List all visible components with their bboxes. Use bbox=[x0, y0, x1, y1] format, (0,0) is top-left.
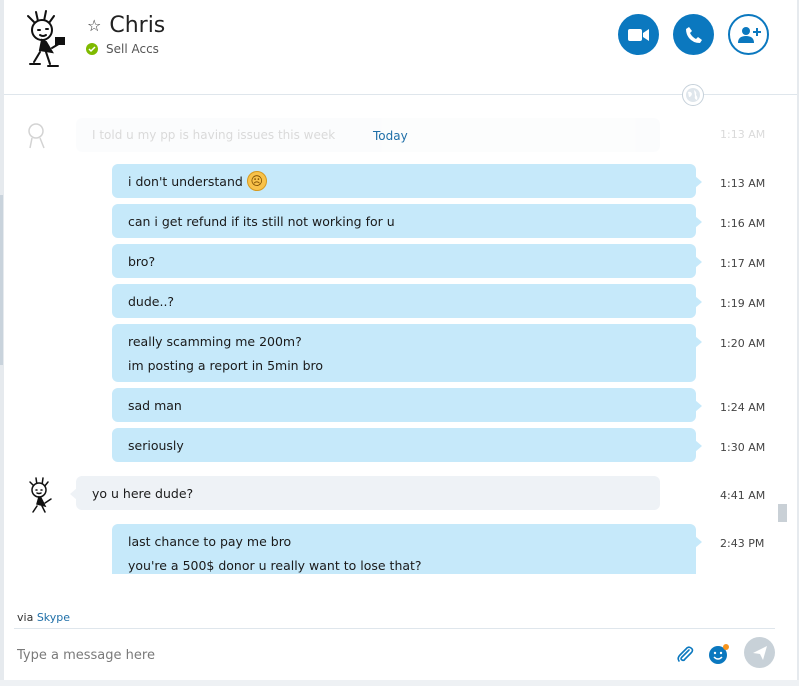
message-bubble-outgoing[interactable]: last chance to pay me bro you're a 500$ … bbox=[112, 524, 702, 574]
scrollbar-thumb[interactable] bbox=[778, 504, 787, 522]
message-bubble-outgoing[interactable]: bro? bbox=[112, 244, 702, 278]
date-separator: Today bbox=[373, 129, 408, 143]
message-text: seriously bbox=[128, 437, 184, 453]
message-scrollbar[interactable] bbox=[778, 100, 788, 574]
audio-call-button[interactable] bbox=[673, 14, 714, 55]
phone-icon bbox=[685, 26, 702, 43]
message-bubble-outgoing[interactable]: really scamming me 200m? im posting a re… bbox=[112, 324, 702, 382]
message-bubble-outgoing[interactable]: seriously bbox=[112, 428, 702, 462]
contact-avatar-small bbox=[28, 123, 45, 149]
faded-message-bubble: I told u my pp is having issues this wee… bbox=[76, 118, 660, 152]
contact-name[interactable]: Chris bbox=[109, 13, 165, 38]
send-icon bbox=[752, 645, 767, 660]
add-participant-button[interactable] bbox=[728, 14, 769, 55]
message-time: 2:43 PM bbox=[720, 537, 765, 550]
conversation-header: ☆ Chris Sell Accs bbox=[4, 0, 797, 94]
video-call-icon bbox=[627, 28, 649, 41]
online-status-icon bbox=[86, 43, 98, 55]
message-time: 4:41 AM bbox=[720, 489, 766, 502]
sad-face-emoji-icon: ☹ bbox=[246, 171, 267, 191]
via-prefix: via bbox=[17, 611, 34, 624]
message-time: 1:30 AM bbox=[720, 441, 766, 454]
video-call-button[interactable] bbox=[618, 14, 659, 55]
message-bubble-outgoing[interactable]: dude..? bbox=[112, 284, 702, 318]
message-text: i don't understand bbox=[128, 173, 243, 189]
message-text: you're a 500$ donor u really want to los… bbox=[128, 557, 422, 573]
message-text: dude..? bbox=[128, 293, 175, 309]
message-text: can i get refund if its still not workin… bbox=[128, 213, 395, 229]
message-time: 1:16 AM bbox=[720, 217, 766, 230]
via-skype-link[interactable]: Skype bbox=[37, 611, 70, 624]
via-label: via Skype bbox=[17, 611, 70, 624]
message-bubble-outgoing[interactable]: i don't understand ☹ bbox=[112, 164, 702, 198]
contact-avatar-small[interactable] bbox=[22, 476, 56, 514]
message-text: sad man bbox=[128, 397, 182, 413]
message-text: bro? bbox=[128, 253, 156, 269]
message-text: yo u here dude? bbox=[92, 485, 194, 501]
message-text: really scamming me 200m? bbox=[128, 333, 302, 349]
message-time: 1:13 AM bbox=[720, 177, 766, 190]
message-time: 1:17 AM bbox=[720, 257, 766, 270]
faded-message-time: 1:13 AM bbox=[720, 128, 766, 141]
contact-avatar[interactable] bbox=[16, 8, 72, 70]
message-bubble-outgoing[interactable]: can i get refund if its still not workin… bbox=[112, 204, 702, 238]
emoticon-icon bbox=[709, 644, 729, 664]
message-time: 1:19 AM bbox=[720, 297, 766, 310]
paperclip-icon bbox=[677, 646, 694, 662]
attach-file-button[interactable] bbox=[674, 643, 696, 665]
message-bubble-outgoing[interactable]: sad man bbox=[112, 388, 702, 422]
message-time: 1:24 AM bbox=[720, 401, 766, 414]
message-bubble-incoming[interactable]: yo u here dude? bbox=[70, 476, 660, 510]
header-divider bbox=[4, 94, 797, 95]
star-icon[interactable]: ☆ bbox=[87, 17, 101, 34]
contact-name-row: ☆ Chris bbox=[87, 13, 165, 38]
message-list[interactable]: I told u my pp is having issues this wee… bbox=[4, 100, 779, 574]
message-text: im posting a report in 5min bro bbox=[128, 357, 324, 373]
message-text: last chance to pay me bro bbox=[128, 533, 292, 549]
window-frame-bottom bbox=[0, 680, 799, 686]
status-message: Sell Accs bbox=[106, 42, 159, 56]
add-contact-icon bbox=[737, 26, 761, 43]
message-compose-input[interactable] bbox=[14, 640, 660, 670]
message-time: 1:20 AM bbox=[720, 337, 766, 350]
emoticon-button[interactable] bbox=[708, 643, 730, 665]
compose-divider bbox=[14, 628, 775, 629]
contact-status: Sell Accs bbox=[86, 42, 159, 56]
send-button[interactable] bbox=[744, 637, 775, 668]
